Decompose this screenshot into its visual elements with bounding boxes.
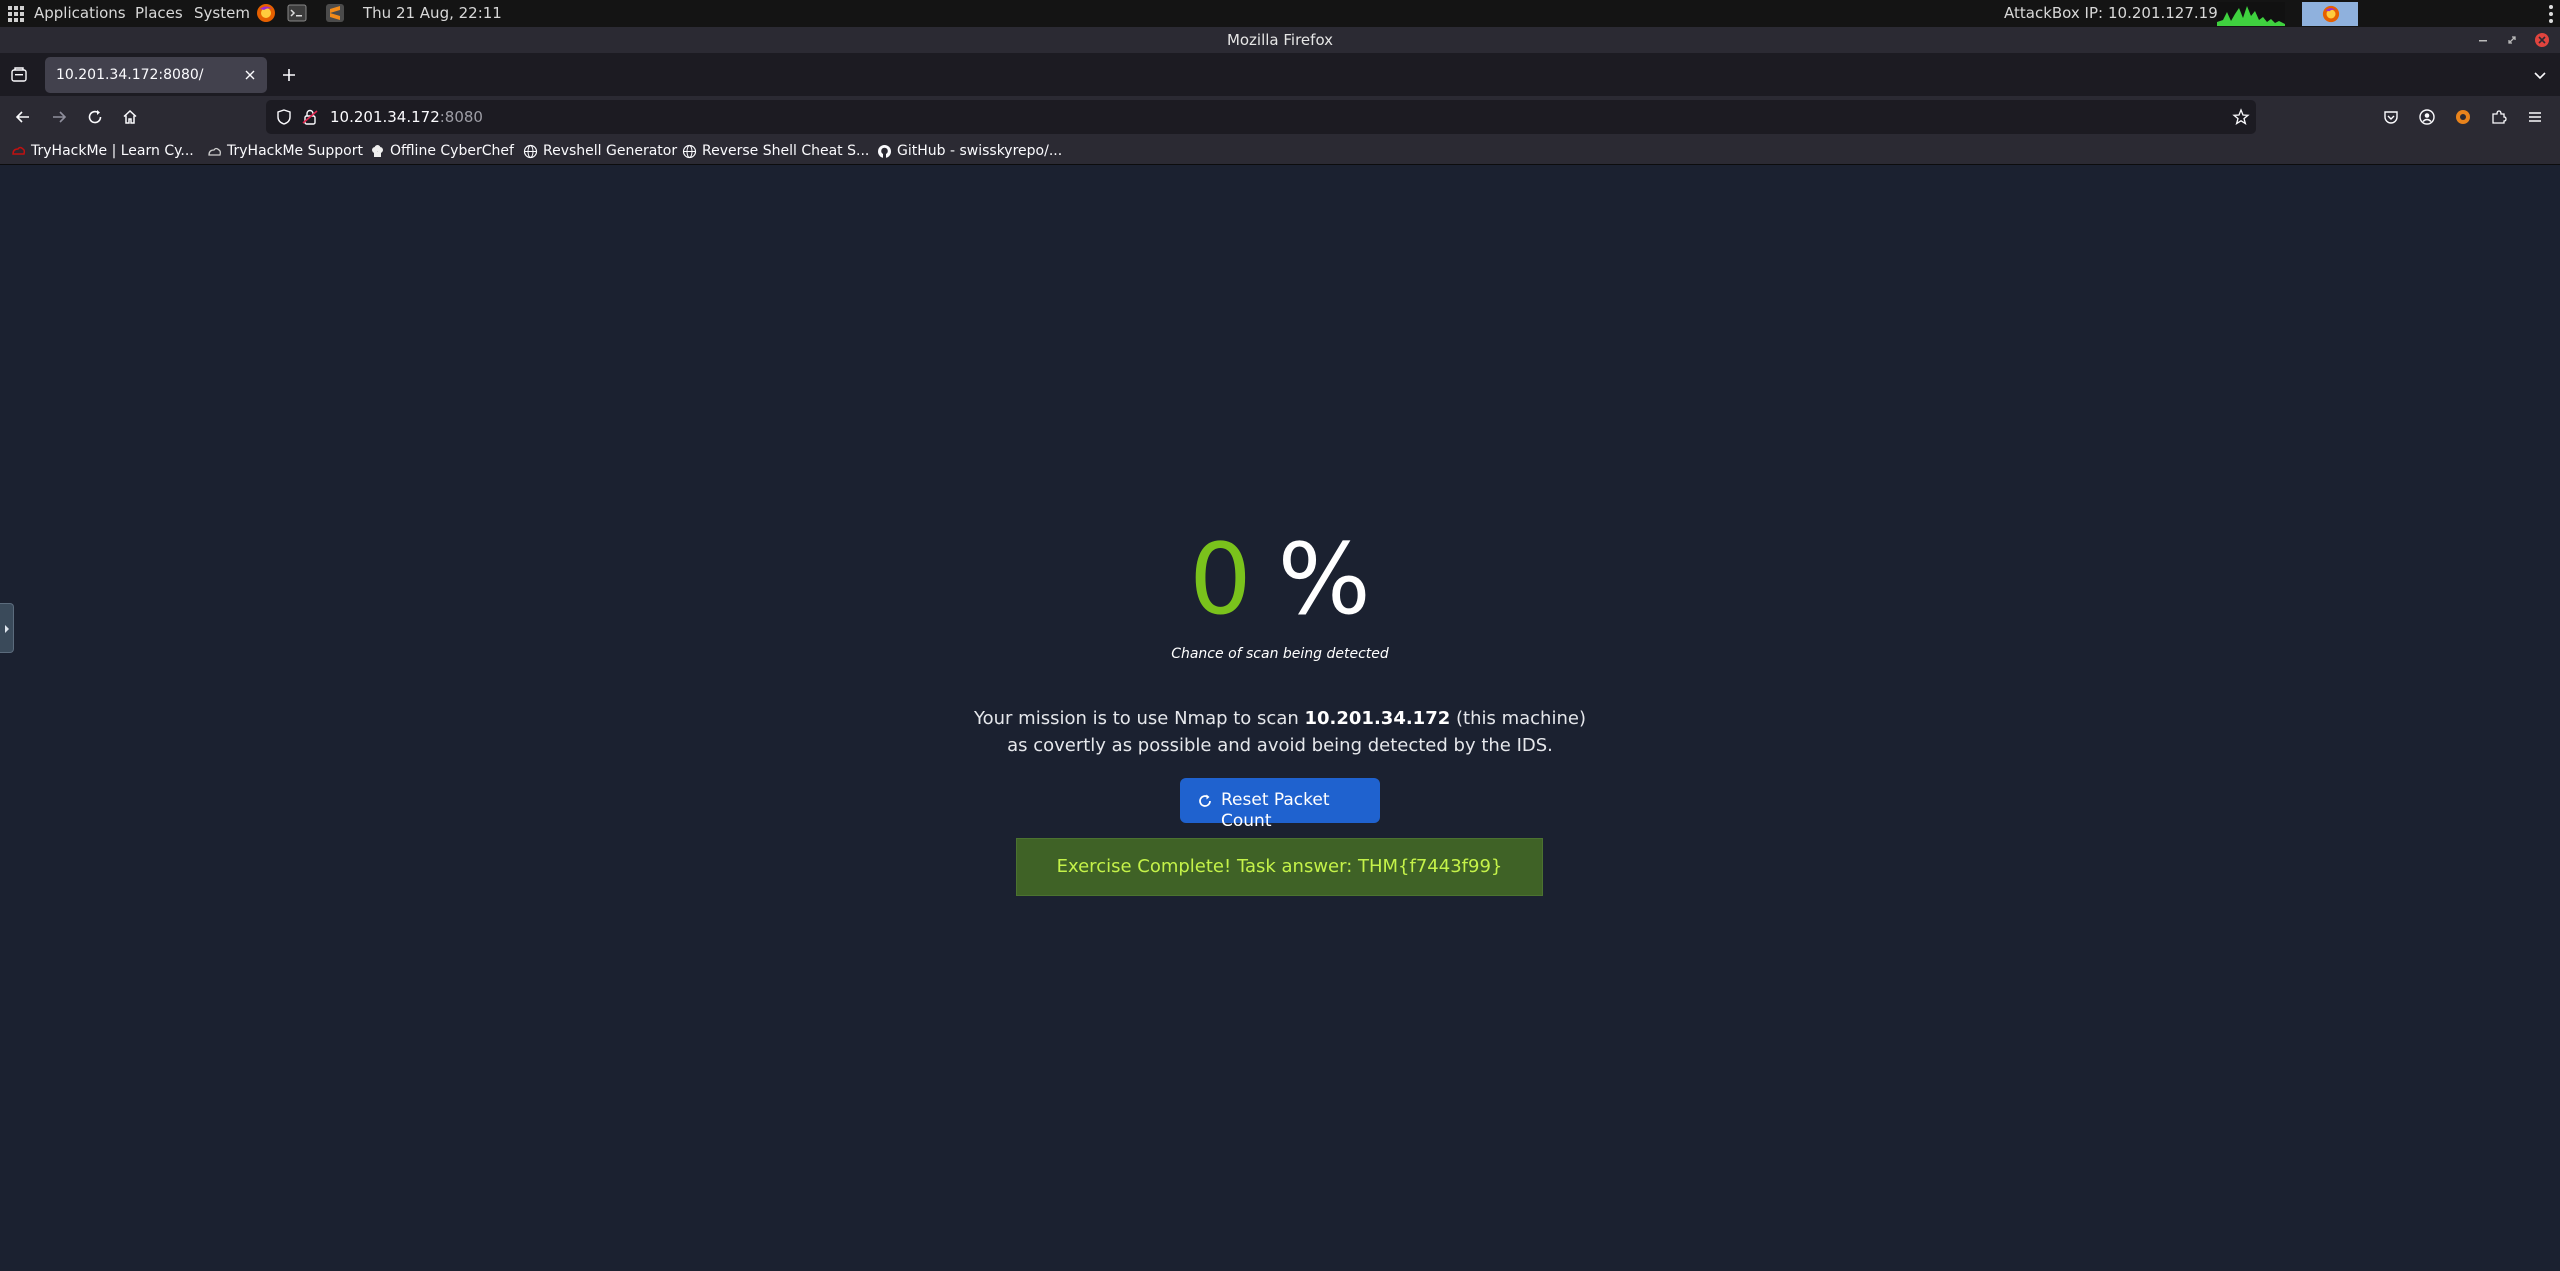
mission-line-2: as covertly as possible and avoid being … <box>1007 735 1553 756</box>
extension-fox-icon[interactable] <box>2454 108 2472 126</box>
github-icon <box>878 145 891 158</box>
tryhackme-icon <box>12 146 26 155</box>
support-icon <box>208 147 221 156</box>
url-port: :8080 <box>439 108 483 126</box>
reset-packet-count-button[interactable]: Reset Packet Count <box>1180 778 1380 831</box>
firefox-view-icon[interactable] <box>10 66 28 84</box>
close-window-icon[interactable] <box>2533 31 2551 49</box>
network-monitor-graph[interactable] <box>2217 2 2285 26</box>
home-icon[interactable] <box>121 108 139 126</box>
tab-strip: 10.201.34.172:8080/ <box>0 53 2560 96</box>
back-icon[interactable] <box>14 108 32 126</box>
exercise-complete-alert: Exercise Complete! Task answer: THM{f744… <box>1016 838 1543 896</box>
sublime-launcher-icon[interactable] <box>325 3 345 23</box>
tab-active[interactable]: 10.201.34.172:8080/ <box>45 57 267 93</box>
url-bar[interactable]: 10.201.34.172:8080 <box>266 100 2256 134</box>
percent-value: 0 <box>1189 523 1252 637</box>
tab-title: 10.201.34.172:8080/ <box>56 67 204 83</box>
extensions-puzzle-icon[interactable] <box>2490 108 2508 126</box>
clock[interactable]: Thu 21 Aug, 22:11 <box>363 4 502 23</box>
system-menu[interactable]: System <box>194 4 250 23</box>
terminal-launcher-icon[interactable] <box>287 3 307 23</box>
bookmark-star-icon[interactable] <box>2232 108 2250 126</box>
window-title: Mozilla Firefox <box>1226 31 1334 49</box>
mission-text: Your mission is to use Nmap to scan 10.2… <box>0 705 2560 759</box>
firefox-launcher-icon[interactable] <box>256 3 276 23</box>
attackbox-ip-value: 10.201.127.195 <box>2108 4 2228 22</box>
mission-suffix: (this machine) <box>1456 708 1586 729</box>
navigation-toolbar: 10.201.34.172:8080 <box>0 96 2560 138</box>
panel-menu-icon[interactable] <box>2548 3 2554 25</box>
list-all-tabs-icon[interactable] <box>2531 66 2549 84</box>
globe-icon <box>682 144 697 159</box>
account-icon[interactable] <box>2418 108 2436 126</box>
attackbox-ip-label: AttackBox IP: <box>2004 4 2104 22</box>
reload-icon[interactable] <box>86 108 104 126</box>
tracking-protection-shield-icon[interactable] <box>275 108 293 126</box>
close-tab-icon[interactable] <box>243 68 257 82</box>
pocket-icon[interactable] <box>2382 108 2400 126</box>
minimize-icon[interactable] <box>2474 31 2492 49</box>
target-ip: 10.201.34.172 <box>1304 708 1451 729</box>
applications-menu[interactable]: Applications <box>34 4 126 23</box>
window-titlebar: Mozilla Firefox <box>0 27 2560 53</box>
system-panel: Applications Places System Thu 21 Aug, 2… <box>0 0 2560 27</box>
taskbar-firefox-window[interactable] <box>2302 2 2358 26</box>
insecure-lock-icon[interactable] <box>301 108 319 126</box>
hamburger-menu-icon[interactable] <box>2526 108 2544 126</box>
url-host: 10.201.34.172 <box>330 108 440 126</box>
detection-percentage: 0% <box>0 525 2560 635</box>
maximize-icon[interactable] <box>2503 31 2521 49</box>
bookmarks-toolbar: TryHackMe | Learn Cy... TryHackMe Suppor… <box>0 138 2560 165</box>
mission-prefix: Your mission is to use Nmap to scan <box>974 708 1299 729</box>
applications-grid-icon[interactable] <box>8 6 24 22</box>
forward-icon[interactable] <box>50 108 68 126</box>
detection-caption: Chance of scan being detected <box>1171 646 1389 662</box>
percent-sign: % <box>1277 523 1371 637</box>
mission-line-1: Your mission is to use Nmap to scan 10.2… <box>0 705 2560 732</box>
page-content: 0% Chance of scan being detected Your mi… <box>0 165 2560 1271</box>
chef-hat-icon <box>372 145 383 157</box>
url-text[interactable]: 10.201.34.172:8080 <box>330 108 483 126</box>
new-tab-icon[interactable] <box>280 66 298 84</box>
firefox-icon <box>2322 5 2340 23</box>
reset-button-label: Reset Packet Count <box>1221 790 1330 831</box>
places-menu[interactable]: Places <box>135 4 183 23</box>
globe-icon <box>523 144 538 159</box>
refresh-icon <box>1199 794 1211 807</box>
